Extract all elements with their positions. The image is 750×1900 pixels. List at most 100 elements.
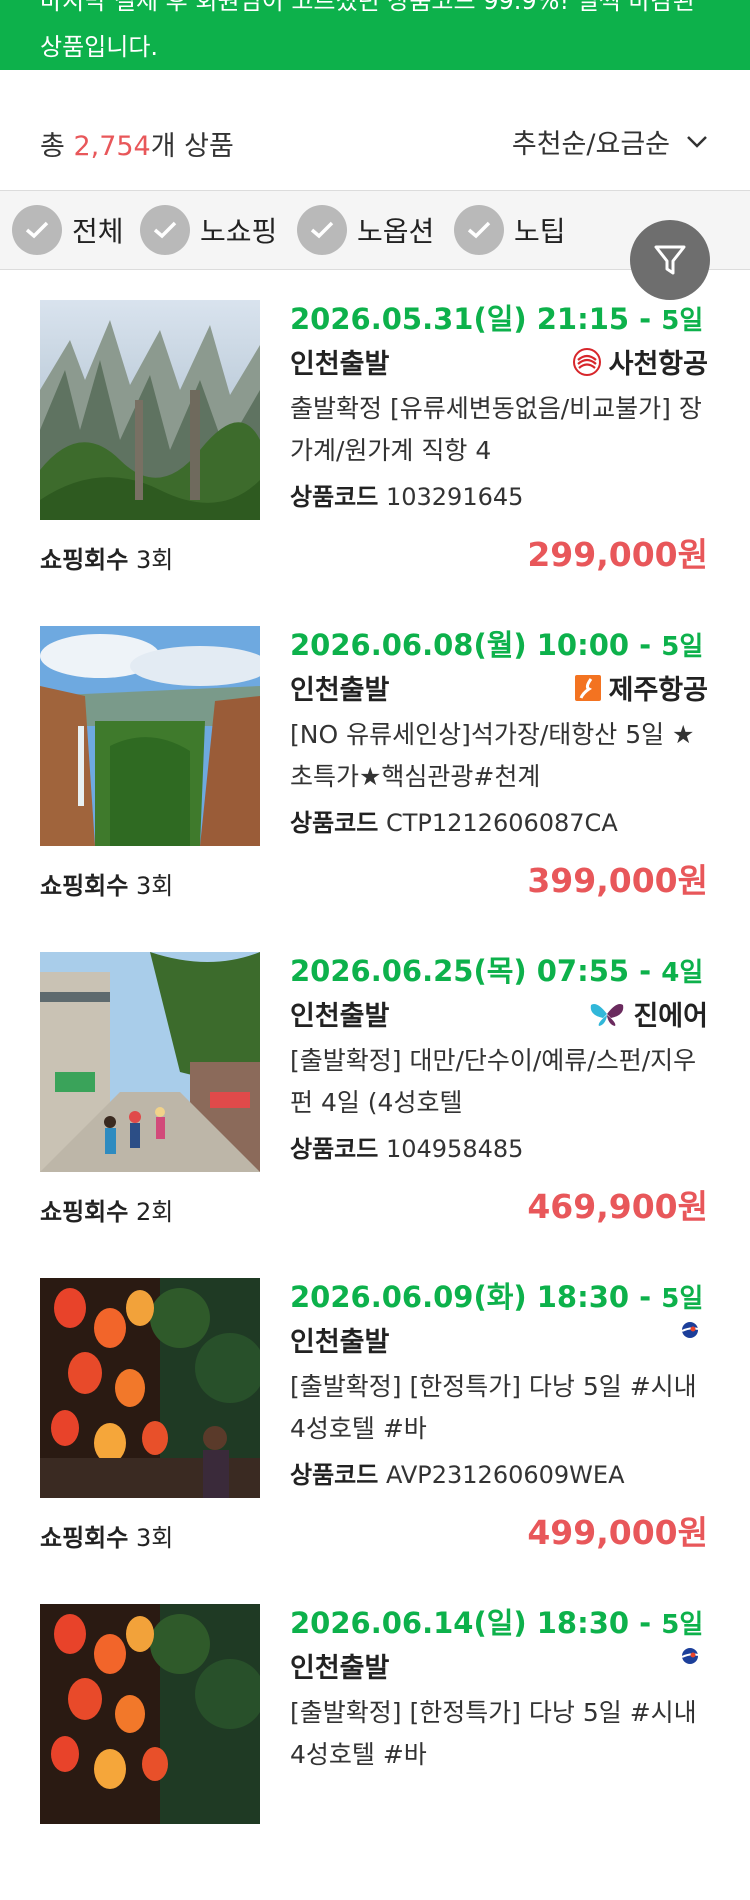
airline [680, 1320, 708, 1340]
product-code: 상품코드 AVP231260609WEA [290, 1455, 624, 1490]
airline [680, 1646, 708, 1666]
duration-text: 4일 [661, 958, 704, 988]
banner-text: 마지막 결제 후 회원님이 고르셨던 상품코드 99.9%! 일찍 마감된 상품… [40, 0, 695, 61]
duration-text: 5일 [661, 632, 704, 662]
duration-text: 5일 [661, 1610, 704, 1640]
shopping-count: 쇼핑회수 3회 [40, 866, 173, 901]
product-card[interactable]: 쇼핑회수 3회 2026.06.09(화) 18:30 - 5일 인천출발 [출… [0, 1248, 750, 1575]
date-text: 2026.06.25(목) 07:55 - [290, 954, 662, 988]
date-text: 2026.06.14(일) 18:30 - [290, 1606, 662, 1640]
shopping-value: 2회 [135, 1198, 174, 1226]
duration-text: 5일 [661, 1284, 704, 1314]
code-value: 104958485 [385, 1135, 524, 1163]
date-text: 2026.06.08(월) 10:00 - [290, 628, 662, 662]
product-title[interactable]: [출발확정] [한정특가] 다낭 5일 #시내 4성호텔 #바 [290, 1692, 715, 1776]
code-label: 상품코드 [290, 1135, 379, 1163]
product-count: 총 2,754개 상품 [40, 124, 234, 163]
check-icon [297, 205, 347, 255]
airline-name: 사천항공 [608, 349, 708, 380]
result-summary-bar: 총 2,754개 상품 추천순/요금순 [0, 70, 750, 191]
product-price: 299,000원 [527, 535, 708, 574]
filter-chip-no-shopping[interactable]: 노쇼핑 [140, 205, 277, 255]
filter-fab-button[interactable] [630, 220, 710, 300]
vietnam-airline-logo-icon [681, 1648, 699, 1664]
shopping-count: 쇼핑회수 3회 [40, 540, 173, 575]
taihang-canyon-photo [40, 626, 260, 846]
shopping-label: 쇼핑회수 [40, 872, 129, 900]
check-icon [140, 205, 190, 255]
airline-name: 제주항공 [608, 675, 708, 706]
product-price: 469,900원 [527, 1187, 708, 1226]
departure-date: 2026.05.31(일) 21:15 - 5일 [290, 296, 703, 338]
product-card[interactable]: 쇼핑회수 3회 2026.06.08(월) 10:00 - 5일 인천출발 제주… [0, 596, 750, 923]
departure-date: 2026.06.09(화) 18:30 - 5일 [290, 1274, 703, 1316]
zhangjiajie-mountains-photo [40, 300, 260, 520]
departure-date: 2026.06.08(월) 10:00 - 5일 [290, 622, 703, 664]
jeju-air-logo-icon [574, 674, 601, 701]
count-number: 2,754 [73, 131, 151, 162]
filter-funnel-icon [654, 245, 686, 275]
product-title[interactable]: [출발확정] 대만/단수이/예류/스펀/지우펀 4일 (4성호텔 [290, 1040, 715, 1124]
product-thumbnail[interactable] [40, 626, 260, 846]
filter-chip-label: 노쇼핑 [200, 215, 278, 248]
product-card[interactable]: 쇼핑회수 3회 2026.05.31(일) 21:15 - 5일 인천출발 사천… [0, 270, 750, 597]
duration-text: 5일 [661, 306, 704, 336]
sort-label: 추천순/요금순 [511, 129, 670, 160]
product-card[interactable]: 2026.06.14(일) 18:30 - 5일 인천출발 [출발확정] [한정… [0, 1574, 750, 1900]
shopping-value: 3회 [135, 872, 174, 900]
airline: 사천항공 [572, 342, 708, 381]
product-thumbnail[interactable] [40, 300, 260, 520]
product-thumbnail[interactable] [40, 1278, 260, 1498]
departure-city: 인천출발 [290, 1001, 390, 1032]
product-title[interactable]: [출발확정] [한정특가] 다낭 5일 #시내 4성호텔 #바 [290, 1366, 715, 1450]
filter-chip-all[interactable]: 전체 [12, 205, 124, 255]
hoian-lanterns-photo [40, 1604, 260, 1824]
product-title[interactable]: 출발확정 [유류세변동없음/비교불가] 장가계/원가계 직항 4 [290, 388, 715, 472]
filter-chip-label: 노옵션 [357, 215, 435, 248]
sort-dropdown[interactable]: 추천순/요금순 [512, 122, 708, 161]
vietnam-airline-logo-icon [681, 1322, 699, 1338]
check-icon [12, 205, 62, 255]
date-text: 2026.06.09(화) 18:30 - [290, 1280, 662, 1314]
chevron-down-icon [687, 135, 707, 148]
shopping-value: 3회 [135, 1524, 174, 1552]
departure-city: 인천출발 [290, 675, 390, 706]
count-prefix: 총 [40, 131, 74, 162]
code-label: 상품코드 [290, 809, 379, 837]
shopping-value: 3회 [135, 546, 174, 574]
departure-city: 인천출발 [290, 349, 390, 380]
shopping-count: 쇼핑회수 2회 [40, 1192, 173, 1227]
hoian-lanterns-photo [40, 1278, 260, 1498]
count-suffix: 개 상품 [150, 131, 234, 162]
product-code: 상품코드 104958485 [290, 1129, 523, 1164]
code-value: AVP231260609WEA [385, 1461, 625, 1489]
taiwan-street-photo [40, 952, 260, 1172]
date-text: 2026.05.31(일) 21:15 - [290, 302, 662, 336]
product-code: 상품코드 CTP1212606087CA [290, 803, 618, 838]
filter-chip-no-tip[interactable]: 노팁 [454, 205, 566, 255]
product-card[interactable]: 쇼핑회수 2회 2026.06.25(목) 07:55 - 4일 인천출발 진에… [0, 922, 750, 1249]
airline: 진에어 [589, 994, 708, 1033]
airline-name: 진에어 [633, 1001, 708, 1032]
shopping-label: 쇼핑회수 [40, 1198, 129, 1226]
filter-chip-no-option[interactable]: 노옵션 [297, 205, 434, 255]
code-label: 상품코드 [290, 483, 379, 511]
product-thumbnail[interactable] [40, 1604, 260, 1824]
product-thumbnail[interactable] [40, 952, 260, 1172]
filter-chip-label: 노팁 [514, 215, 566, 248]
departure-city: 인천출발 [290, 1653, 390, 1684]
product-code: 상품코드 103291645 [290, 477, 523, 512]
product-price: 499,000원 [527, 1513, 708, 1552]
shopping-label: 쇼핑회수 [40, 546, 129, 574]
code-label: 상품코드 [290, 1461, 379, 1489]
departure-date: 2026.06.14(일) 18:30 - 5일 [290, 1600, 703, 1642]
jinair-logo-icon [591, 1003, 624, 1026]
sichuan-airlines-logo-icon [572, 347, 601, 376]
code-value: 103291645 [385, 483, 524, 511]
departure-city: 인천출발 [290, 1327, 390, 1358]
product-title[interactable]: [NO 유류세인상]석가장/태항산 5일 ★초특가★핵심관광#천계 [290, 714, 715, 798]
departure-date: 2026.06.25(목) 07:55 - 4일 [290, 948, 703, 990]
code-value: CTP1212606087CA [385, 809, 618, 837]
product-price: 399,000원 [527, 861, 708, 900]
airline: 제주항공 [574, 668, 708, 707]
